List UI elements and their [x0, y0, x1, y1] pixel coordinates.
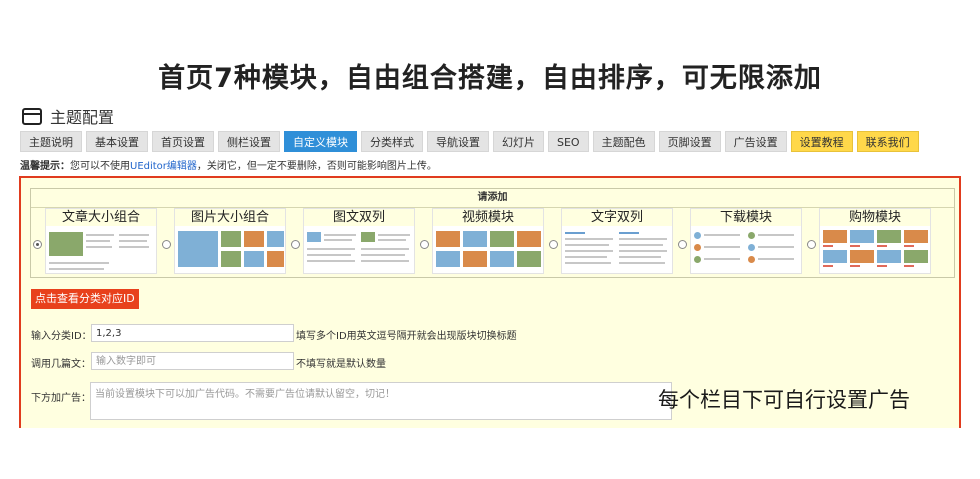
module-name: 下载模块 — [691, 209, 801, 226]
post-count-hint: 不填写就是默认数量 — [296, 359, 386, 370]
module-option: 文章大小组合 — [33, 208, 162, 274]
module-option: 下载模块 — [678, 208, 807, 274]
ad-caption-overlay: 每个栏目下可自行设置广告 — [658, 388, 910, 412]
module-preview[interactable]: 图文双列 — [303, 208, 415, 274]
tab-footer-settings[interactable]: 页脚设置 — [658, 131, 721, 152]
module-option: 图文双列 — [291, 208, 420, 274]
ad-code-textarea[interactable]: 当前设置模块下可以加广告代码。不需要广告位请默认留空，切记！ — [90, 382, 672, 420]
module-radio[interactable] — [162, 240, 171, 249]
module-radio[interactable] — [33, 240, 42, 249]
module-option: 购物模块 — [807, 208, 936, 274]
ad-code-label: 下方加广告： — [31, 393, 91, 404]
ueditor-link[interactable]: UEditor编辑器 — [130, 161, 197, 172]
module-picker: 请添加 文章大小组合 图片大小组合 图文双列 视频模块 文字双列 下载模块 购物… — [30, 188, 955, 278]
category-id-hint: 填写多个ID用英文逗号隔开就会出现版块切换标题 — [296, 331, 517, 342]
module-radio[interactable] — [549, 240, 558, 249]
window-icon — [22, 107, 42, 125]
module-option: 文字双列 — [549, 208, 678, 274]
module-option: 视频模块 — [420, 208, 549, 274]
module-name: 图文双列 — [304, 209, 414, 226]
tab-slideshow[interactable]: 幻灯片 — [493, 131, 544, 152]
tip-prefix: 温馨提示： — [20, 161, 70, 172]
tab-nav-settings[interactable]: 导航设置 — [427, 131, 489, 152]
module-name: 视频模块 — [433, 209, 543, 226]
module-preview[interactable]: 视频模块 — [432, 208, 544, 274]
tab-theme-info[interactable]: 主题说明 — [20, 131, 82, 152]
post-count-input[interactable]: 输入数字即可 — [91, 352, 294, 370]
category-id-input[interactable]: 1,2,3 — [91, 324, 294, 342]
panel-title: 主题配置 — [22, 104, 114, 128]
module-preview[interactable]: 文字双列 — [561, 208, 673, 274]
tip-text-1: 您可以不使用 — [70, 161, 130, 172]
module-picker-header: 请添加 — [31, 189, 954, 208]
tab-category-style[interactable]: 分类样式 — [361, 131, 423, 152]
module-name: 购物模块 — [820, 209, 930, 226]
module-preview[interactable]: 图片大小组合 — [174, 208, 286, 274]
bottom-margin — [0, 428, 980, 479]
tab-contact-us[interactable]: 联系我们 — [856, 131, 919, 152]
module-name: 文章大小组合 — [46, 209, 156, 226]
module-preview[interactable]: 下载模块 — [690, 208, 802, 274]
module-option: 图片大小组合 — [162, 208, 291, 274]
tip-text-2: ，关闭它，但一定不要删除，否则可能影响图片上传。 — [196, 161, 437, 172]
settings-tabs: 主题说明 基本设置 首页设置 侧栏设置 自定义模块 分类样式 导航设置 幻灯片 … — [20, 131, 919, 152]
module-radio[interactable] — [291, 240, 300, 249]
module-preview[interactable]: 文章大小组合 — [45, 208, 157, 274]
headline: 首页7种模块，自由组合搭建，自由排序，可无限添加 — [158, 63, 822, 94]
tab-setup-tutorial[interactable]: 设置教程 — [790, 131, 853, 152]
tab-basic-settings[interactable]: 基本设置 — [86, 131, 148, 152]
module-radio[interactable] — [807, 240, 816, 249]
module-name: 文字双列 — [562, 209, 672, 226]
post-count-label: 调用几篇文： — [31, 359, 91, 370]
module-preview[interactable]: 购物模块 — [819, 208, 931, 274]
module-radio[interactable] — [420, 240, 429, 249]
tab-home-settings[interactable]: 首页设置 — [152, 131, 214, 152]
view-category-ids-button[interactable]: 点击查看分类对应ID — [31, 289, 139, 309]
tip-message: 温馨提示：您可以不使用UEditor编辑器，关闭它，但一定不要删除，否则可能影响… — [20, 157, 437, 172]
tab-sidebar-settings[interactable]: 侧栏设置 — [218, 131, 280, 152]
tab-custom-modules[interactable]: 自定义模块 — [284, 131, 357, 152]
module-name: 图片大小组合 — [175, 209, 285, 226]
tab-theme-colors[interactable]: 主题配色 — [592, 131, 655, 152]
panel-title-text: 主题配置 — [50, 108, 115, 127]
category-id-label: 输入分类ID： — [31, 331, 92, 342]
module-radio[interactable] — [678, 240, 687, 249]
tab-ad-settings[interactable]: 广告设置 — [724, 131, 787, 152]
tab-seo[interactable]: SEO — [548, 131, 589, 152]
